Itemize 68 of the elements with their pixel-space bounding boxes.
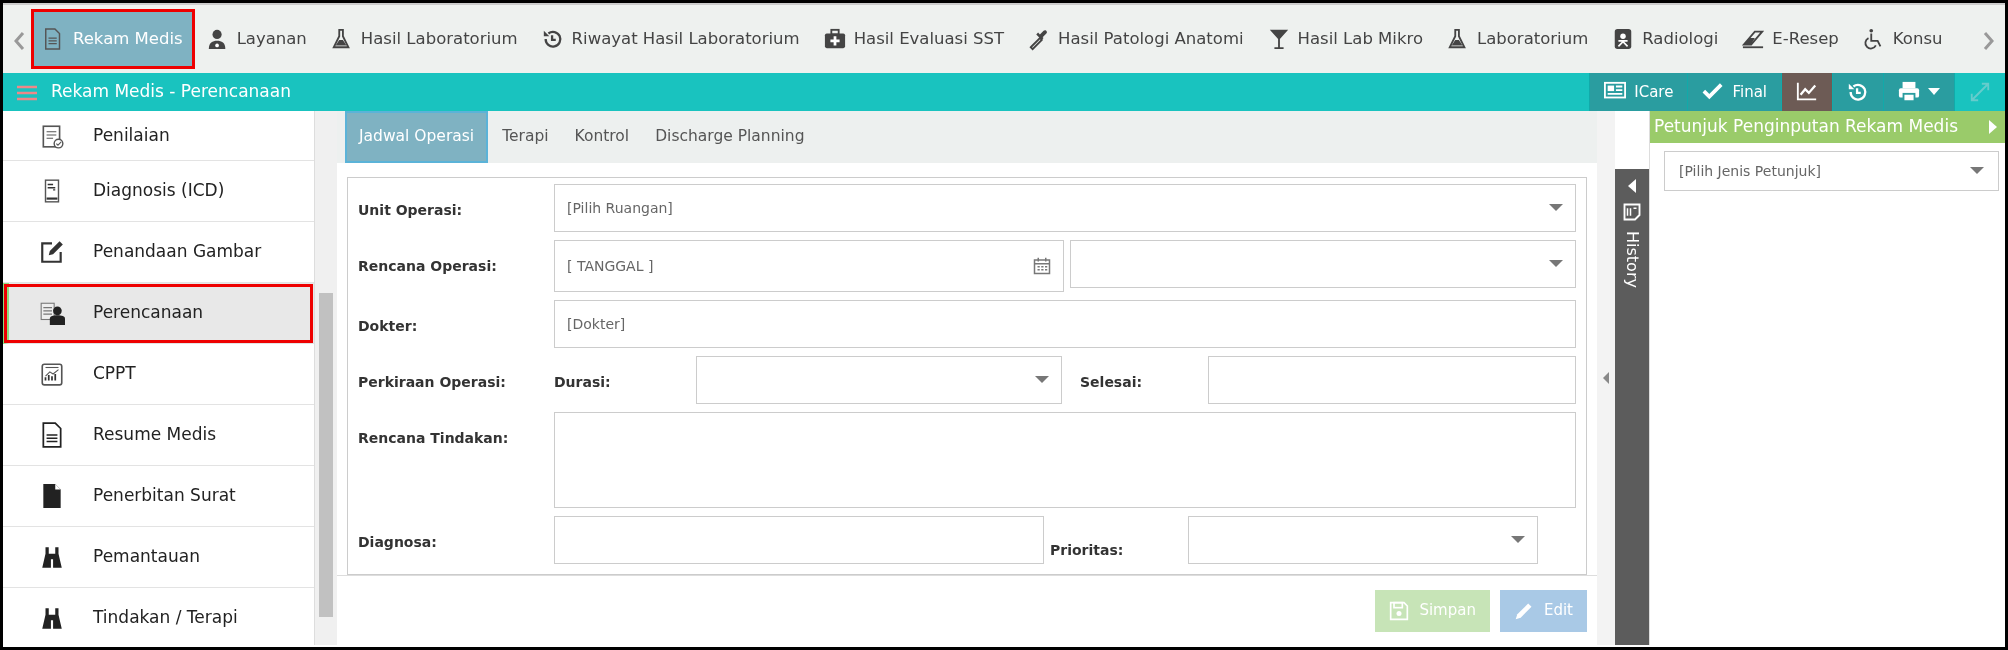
field-label: Durasi: (554, 373, 612, 392)
sidebar-item[interactable]: Perencanaan (3, 283, 314, 344)
triangle-left-icon (1603, 372, 1609, 384)
diagnosis-field[interactable] (554, 516, 1044, 564)
note-icon (1623, 203, 1641, 221)
priority-select[interactable] (1188, 516, 1538, 564)
flask-icon (1447, 27, 1469, 51)
field-label: Dokter: (358, 317, 419, 336)
caret-down-icon (1035, 376, 1049, 384)
scrollbar-thumb[interactable] (319, 293, 333, 617)
nav-tab[interactable]: E-Resep (1732, 11, 1849, 67)
date-field[interactable]: [ TANGGAL ] (554, 240, 1064, 292)
page-title: Rekam Medis - Perencanaan (51, 80, 291, 104)
binoculars-icon (39, 605, 65, 631)
doctor-field[interactable]: [Dokter] (554, 300, 1576, 348)
caret-down-icon (1549, 204, 1563, 212)
guide-type-select[interactable]: [Pilih Jenis Petunjuk] (1664, 151, 1999, 191)
nav-tab[interactable]: Hasil Evaluasi SST (813, 11, 1015, 67)
collapse-handle[interactable] (1597, 111, 1615, 645)
history-icon (1847, 81, 1869, 103)
nav-tab[interactable]: Hasil Lab Mikro (1257, 11, 1433, 67)
tab[interactable]: Terapi (490, 111, 561, 163)
nav-tab[interactable]: Hasil Laboratorium (320, 11, 528, 67)
printer-icon (1898, 81, 1920, 103)
caret-down-icon (1928, 88, 1940, 96)
calendar-icon (1033, 257, 1051, 275)
menu-icon (17, 84, 37, 101)
medkit-icon (823, 27, 846, 51)
end-time-field[interactable] (1208, 356, 1576, 404)
nav-tab[interactable]: Laboratorium (1437, 11, 1599, 67)
expand-icon (1969, 81, 1991, 103)
chevron-right-icon (1983, 30, 1995, 51)
nav-tab[interactable]: Radiologi (1602, 11, 1729, 67)
history-panel-tab[interactable]: History (1615, 169, 1649, 645)
nav-tab[interactable]: Riwayat Hasil Laboratorium (531, 11, 810, 67)
field-label: Selesai: (1079, 373, 1144, 392)
field-label: Perkiraan Operasi: (358, 373, 507, 392)
field-label: Unit Operasi: (358, 201, 464, 220)
unit-select[interactable]: [Pilih Ruangan] (554, 184, 1576, 232)
triangle-left-icon (1628, 179, 1636, 193)
nav-tab[interactable]: Konsu (1852, 11, 1953, 67)
field-label: Diagnosa: (358, 533, 438, 552)
caret-down-icon (1970, 167, 1984, 175)
flask-icon (330, 27, 353, 51)
edit-icon (39, 239, 65, 265)
line-chart-icon (1796, 81, 1818, 103)
duration-select[interactable] (696, 356, 1062, 404)
tab[interactable]: Discharge Planning (643, 111, 817, 163)
field-label: Rencana Operasi: (358, 257, 498, 276)
nav-tab[interactable]: Hasil Patologi Anatomi (1018, 11, 1254, 67)
chevron-left-icon (13, 30, 25, 51)
chart-button[interactable] (1781, 73, 1832, 111)
document-icon (39, 422, 65, 448)
field-label: Prioritas: (1050, 541, 1125, 560)
scrollbar[interactable] (315, 111, 337, 645)
field-label: Rencana Tindakan: (358, 429, 510, 448)
binoculars-icon (39, 544, 65, 570)
history-button[interactable] (1832, 73, 1883, 111)
print-button[interactable] (1883, 73, 1954, 111)
action-plan-textarea[interactable] (554, 412, 1576, 508)
time-select[interactable] (1070, 240, 1576, 288)
nav-tab[interactable]: Layanan (196, 11, 317, 67)
tab[interactable]: Kontrol (562, 111, 642, 163)
triangle-right-icon (1989, 120, 1997, 134)
caret-down-icon (1511, 536, 1525, 544)
caret-down-icon (1549, 260, 1563, 268)
chart-report-icon (39, 361, 65, 387)
doctor-clipboard-icon (39, 300, 65, 326)
